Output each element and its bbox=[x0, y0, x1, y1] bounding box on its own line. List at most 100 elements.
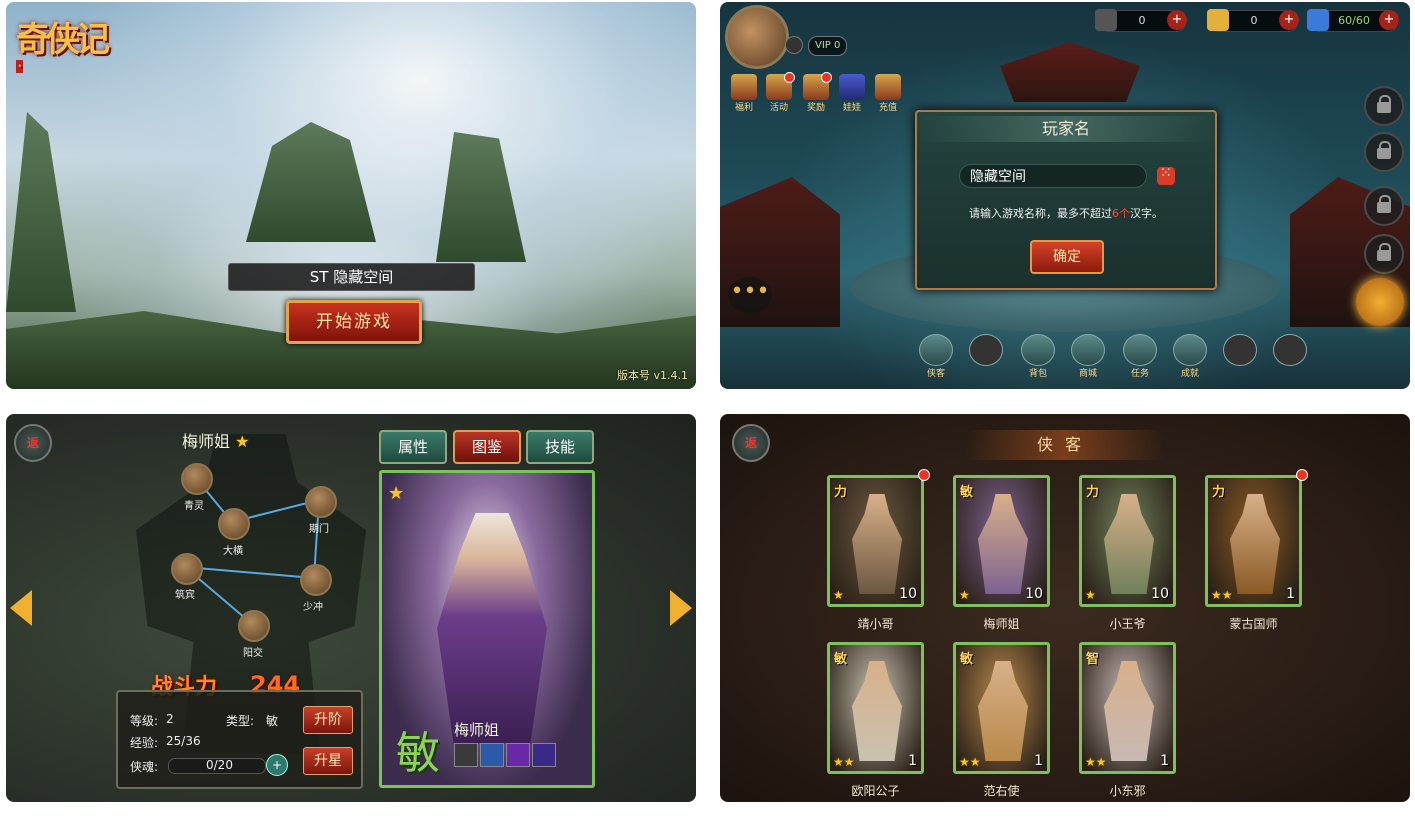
meridian-label: 青灵 bbox=[184, 501, 204, 512]
meridian-node[interactable] bbox=[305, 486, 337, 518]
random-name-dice-icon[interactable] bbox=[1157, 165, 1175, 185]
hero-level: 1 bbox=[1160, 753, 1169, 769]
meridian-node[interactable] bbox=[300, 564, 332, 596]
hero-level: 1 bbox=[1034, 753, 1043, 769]
events-button[interactable]: 活动 bbox=[765, 72, 795, 113]
lock-icon bbox=[969, 334, 1003, 366]
tab-attributes[interactable]: 属性 bbox=[379, 430, 447, 464]
star-icon: ★ bbox=[833, 588, 844, 602]
hero-portrait bbox=[437, 513, 547, 743]
gold-ingot-icon bbox=[1207, 9, 1229, 31]
server-selector[interactable]: ST 隐藏空间 bbox=[228, 263, 475, 291]
version-label: 版本号 v1.4.1 bbox=[617, 369, 688, 382]
hero-portrait bbox=[852, 494, 902, 594]
add-coin-button[interactable]: + bbox=[1167, 10, 1187, 30]
skill-claw-icon[interactable] bbox=[532, 743, 556, 767]
meridian-node[interactable] bbox=[238, 610, 270, 642]
back-button[interactable]: 返 bbox=[732, 424, 770, 462]
recharge-button[interactable]: 充值 bbox=[874, 74, 902, 113]
add-stamina-button[interactable]: + bbox=[1379, 10, 1399, 30]
bottom-bag-button[interactable]: 背包 bbox=[1020, 334, 1056, 379]
lock-icon bbox=[1223, 334, 1257, 366]
hero-attribute: 敏 bbox=[960, 485, 974, 500]
hero-portrait bbox=[1230, 494, 1280, 594]
gold-counter: 0 + bbox=[1207, 9, 1299, 32]
lock-icon[interactable] bbox=[1364, 132, 1404, 172]
bottom-achievement-button[interactable]: 成就 bbox=[1172, 334, 1208, 379]
skill-palm-icon[interactable] bbox=[506, 743, 530, 767]
chat-bubble-icon[interactable]: ••• bbox=[728, 277, 772, 313]
hero-card[interactable]: 敏 ★ 10 bbox=[953, 475, 1050, 607]
doll-button[interactable]: 娃娃 bbox=[838, 74, 866, 113]
upgrade-button[interactable]: 升阶 bbox=[303, 706, 353, 734]
bottom-locked-button[interactable] bbox=[968, 334, 1004, 376]
lock-icon bbox=[1273, 334, 1307, 366]
start-screen: 奇侠记· ST 隐藏空间 开始游戏 版本号 v1.4.1 bbox=[6, 2, 696, 389]
hero-card[interactable]: 敏 ★★ 1 bbox=[953, 642, 1050, 774]
notification-dot bbox=[784, 72, 795, 83]
lock-icon[interactable] bbox=[1364, 234, 1404, 274]
bag-icon bbox=[1021, 334, 1055, 366]
bottom-locked-button[interactable] bbox=[1222, 334, 1258, 376]
prev-hero-arrow-icon[interactable] bbox=[10, 590, 32, 626]
doll-icon bbox=[839, 74, 865, 100]
player-name-dialog: 玩家名 隐藏空间 请输入游戏名称，最多不超过6个汉字。 确定 bbox=[915, 110, 1217, 290]
hero-card[interactable]: 智 ★★ 1 bbox=[1079, 642, 1176, 774]
hero-name: 靖小哥 bbox=[857, 617, 894, 631]
meridian-label: 期门 bbox=[309, 524, 329, 535]
mountain-temple bbox=[246, 122, 376, 242]
hero-level: 10 bbox=[1151, 586, 1169, 602]
meridian-node[interactable] bbox=[171, 553, 203, 585]
dialog-title: 玩家名 bbox=[917, 116, 1215, 142]
meridian-label: 阳交 bbox=[243, 648, 263, 659]
hero-name: 梅师姐 bbox=[983, 617, 1020, 631]
next-hero-arrow-icon[interactable] bbox=[670, 590, 692, 626]
quest-icon bbox=[1123, 334, 1157, 366]
hero-card[interactable]: 力 ★ 10 bbox=[827, 475, 924, 607]
hero-card[interactable]: 敏 ★★ 1 bbox=[827, 642, 924, 774]
type-label: 类型: bbox=[226, 714, 255, 728]
hero-attribute: 敏 bbox=[960, 652, 974, 667]
star-icon: ★ bbox=[959, 588, 970, 602]
vip-badge[interactable]: VIP 0 bbox=[808, 36, 848, 56]
tab-skills[interactable]: 技能 bbox=[526, 430, 594, 464]
level-badge bbox=[785, 36, 803, 54]
hero-card[interactable]: 力 ★★ 1 bbox=[1205, 475, 1302, 607]
level-value: 2 bbox=[166, 712, 174, 726]
tab-gallery[interactable]: 图鉴 bbox=[453, 430, 521, 464]
skill-wave-icon[interactable] bbox=[480, 743, 504, 767]
soul-label: 侠魂: bbox=[130, 760, 159, 774]
player-avatar[interactable] bbox=[725, 5, 789, 69]
meridian-label: 大横 bbox=[223, 546, 243, 557]
welfare-icon bbox=[731, 74, 757, 100]
confirm-button[interactable]: 确定 bbox=[1030, 240, 1104, 274]
star-icon: ★ bbox=[388, 483, 405, 504]
hero-name: 范右使 bbox=[983, 784, 1020, 798]
bottom-hero-button[interactable]: 侠客 bbox=[918, 334, 954, 379]
lock-icon[interactable] bbox=[1364, 186, 1404, 226]
meridian-label: 筑宾 bbox=[175, 590, 195, 601]
notification-dot bbox=[1296, 469, 1308, 481]
start-game-button[interactable]: 开始游戏 bbox=[286, 300, 422, 344]
star-icon: ★★ bbox=[1211, 588, 1233, 602]
skill-sword-icon[interactable] bbox=[454, 743, 478, 767]
add-soul-icon[interactable]: + bbox=[266, 754, 288, 776]
bottom-shop-button[interactable]: 商城 bbox=[1070, 334, 1106, 379]
welfare-button[interactable]: 福利 bbox=[730, 74, 758, 113]
star-up-button[interactable]: 升星 bbox=[303, 747, 353, 775]
player-name-input[interactable]: 隐藏空间 bbox=[959, 164, 1147, 188]
add-gold-button[interactable]: + bbox=[1279, 10, 1299, 30]
hero-card[interactable]: 力 ★ 10 bbox=[1079, 475, 1176, 607]
hero-level: 1 bbox=[908, 753, 917, 769]
hero-attribute: 力 bbox=[834, 485, 848, 500]
name-hint: 请输入游戏名称，最多不超过6个汉字。 bbox=[969, 207, 1163, 220]
meridian-node[interactable] bbox=[181, 463, 213, 495]
bottom-quest-button[interactable]: 任务 bbox=[1122, 334, 1158, 379]
meridian-node[interactable] bbox=[218, 508, 250, 540]
bottom-locked-button[interactable] bbox=[1272, 334, 1308, 376]
rewards-button[interactable]: 奖励 bbox=[802, 72, 832, 113]
lock-icon[interactable] bbox=[1364, 86, 1404, 126]
type-value: 敏 bbox=[266, 714, 279, 728]
hero-portrait bbox=[1104, 661, 1154, 761]
gear-icon[interactable] bbox=[1356, 278, 1404, 326]
